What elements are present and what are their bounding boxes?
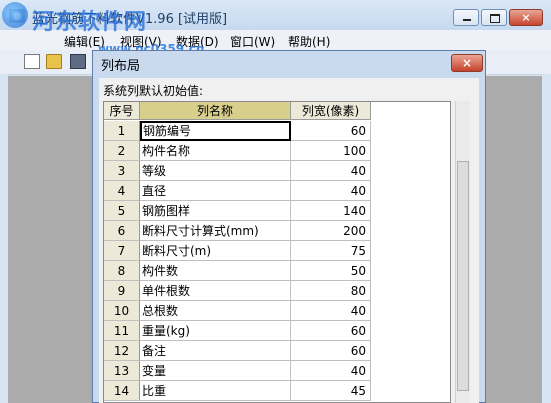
column-width-cell[interactable]: 40	[291, 161, 371, 181]
watermark-text: 河东软件网	[32, 10, 148, 35]
column-name-cell[interactable]: 断料尺寸(m)	[140, 241, 291, 261]
column-name-cell[interactable]: 断料尺寸计算式(mm)	[140, 221, 291, 241]
row-index-cell[interactable]: 14	[104, 381, 140, 401]
right-frame	[542, 74, 551, 403]
column-width-cell[interactable]: 100	[291, 141, 371, 161]
close-button[interactable]: ×	[509, 9, 543, 26]
watermark-logo	[2, 2, 28, 28]
column-name-cell[interactable]: 备注	[140, 341, 291, 361]
column-name-cell[interactable]: 等级	[140, 161, 291, 181]
column-width-cell[interactable]: 60	[291, 341, 371, 361]
column-width-cell[interactable]: 45	[291, 381, 371, 401]
column-width-cell[interactable]: 80	[291, 281, 371, 301]
column-width-cell[interactable]: 140	[291, 201, 371, 221]
table-row[interactable]: 8 构件数 50	[104, 261, 374, 281]
table-row[interactable]: 9 单件根数 80	[104, 281, 374, 301]
column-name-cell[interactable]: 直径	[140, 181, 291, 201]
column-width-cell[interactable]: 75	[291, 241, 371, 261]
row-index-cell[interactable]: 7	[104, 241, 140, 261]
dialog-caption: 系统列默认初始值:	[103, 84, 204, 98]
column-name-cell[interactable]: 构件数	[140, 261, 291, 281]
maximize-button[interactable]	[481, 9, 507, 26]
menu-help[interactable]: 帮助(H)	[288, 33, 330, 50]
table-row[interactable]: 13 变量 40	[104, 361, 374, 381]
row-index-cell[interactable]: 8	[104, 261, 140, 281]
table-row[interactable]: 7 断料尺寸(m) 75	[104, 241, 374, 261]
dialog-close-button[interactable]: ×	[451, 54, 483, 72]
table-row[interactable]: 14 比重 45	[104, 381, 374, 401]
row-index-cell[interactable]: 12	[104, 341, 140, 361]
column-name-cell[interactable]: 钢筋编号	[140, 121, 291, 141]
row-index-cell[interactable]: 6	[104, 221, 140, 241]
column-width-cell[interactable]: 200	[291, 221, 371, 241]
row-index-cell[interactable]: 2	[104, 141, 140, 161]
column-width-cell[interactable]: 40	[291, 301, 371, 321]
close-icon: ×	[521, 11, 531, 24]
column-name-cell[interactable]: 总根数	[140, 301, 291, 321]
menu-window[interactable]: 窗口(W)	[230, 33, 275, 50]
column-grid[interactable]: 序号 列名称 列宽(像素) 1 钢筋编号 60 2 构件名称 100 3 等级 40 4 直径 40 5…	[103, 101, 451, 403]
dialog-client: 系统列默认初始值: 序号 列名称 列宽(像素) 1 钢筋编号 60 2 构件名称 100 3…	[99, 78, 479, 403]
table-row[interactable]: 1 钢筋编号 60	[104, 121, 374, 141]
left-frame	[0, 74, 8, 403]
column-name-cell[interactable]: 单件根数	[140, 281, 291, 301]
column-width-cell[interactable]: 60	[291, 321, 371, 341]
dialog-title: 列布局	[101, 59, 141, 74]
row-index-cell[interactable]: 5	[104, 201, 140, 221]
column-width-cell[interactable]: 40	[291, 181, 371, 201]
row-index-cell[interactable]: 11	[104, 321, 140, 341]
column-width-cell[interactable]: 50	[291, 261, 371, 281]
table-row[interactable]: 2 构件名称 100	[104, 141, 374, 161]
column-name-cell[interactable]: 构件名称	[140, 141, 291, 161]
header-width[interactable]: 列宽(像素)	[291, 102, 371, 120]
table-row[interactable]: 12 备注 60	[104, 341, 374, 361]
table-row[interactable]: 11 重量(kg) 60	[104, 321, 374, 341]
column-name-cell[interactable]: 重量(kg)	[140, 321, 291, 341]
column-layout-dialog: 列布局 × 系统列默认初始值: 序号 列名称 列宽(像素) 1 钢筋编号 60 2 构件…	[92, 50, 486, 403]
table-row[interactable]: 10 总根数 40	[104, 301, 374, 321]
table-row[interactable]: 4 直径 40	[104, 181, 374, 201]
grid-header: 序号 列名称 列宽(像素)	[104, 102, 450, 121]
table-row[interactable]: 6 断料尺寸计算式(mm) 200	[104, 221, 374, 241]
row-index-cell[interactable]: 3	[104, 161, 140, 181]
column-name-cell[interactable]: 变量	[140, 361, 291, 381]
row-index-cell[interactable]: 9	[104, 281, 140, 301]
open-folder-icon[interactable]	[46, 54, 62, 69]
row-index-cell[interactable]: 4	[104, 181, 140, 201]
column-name-cell[interactable]: 钢筋图样	[140, 201, 291, 221]
row-index-cell[interactable]: 1	[104, 121, 140, 141]
minimize-button[interactable]	[453, 9, 479, 26]
header-name[interactable]: 列名称	[140, 102, 291, 120]
header-index[interactable]: 序号	[104, 102, 140, 120]
table-row[interactable]: 3 等级 40	[104, 161, 374, 181]
column-width-cell[interactable]: 40	[291, 361, 371, 381]
vertical-scrollbar[interactable]	[455, 101, 470, 403]
new-file-icon[interactable]	[24, 54, 40, 69]
column-width-cell[interactable]: 60	[291, 121, 371, 141]
save-icon[interactable]	[70, 54, 86, 69]
table-row[interactable]: 5 钢筋图样 140	[104, 201, 374, 221]
column-name-cell[interactable]: 比重	[140, 381, 291, 401]
row-index-cell[interactable]: 13	[104, 361, 140, 381]
row-index-cell[interactable]: 10	[104, 301, 140, 321]
scrollbar-thumb[interactable]	[457, 161, 469, 391]
